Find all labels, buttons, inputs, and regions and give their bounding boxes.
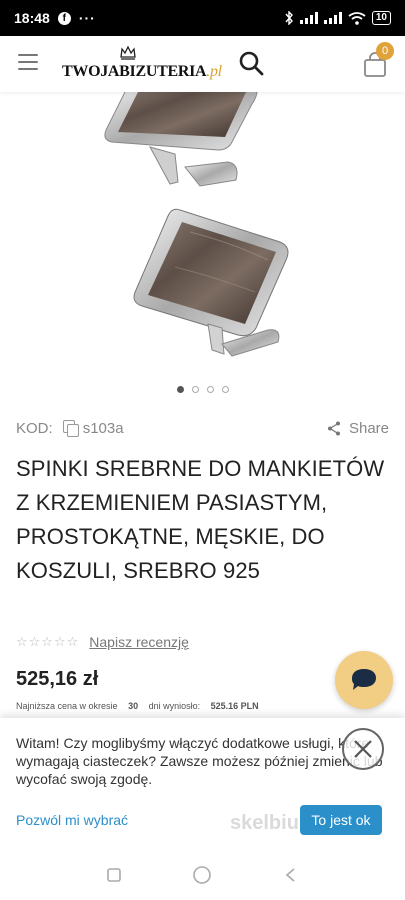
- carousel-dot[interactable]: [221, 386, 229, 393]
- lowest-price-middle: dni wyniosło:: [148, 701, 201, 711]
- cart-button[interactable]: 0: [362, 42, 394, 78]
- home-icon[interactable]: [192, 865, 212, 885]
- lowest-price-info: Najniższa cena w okresie 30 dni wyniosło…: [16, 701, 267, 711]
- product-code-label: KOD:: [16, 419, 53, 437]
- close-icon: [354, 740, 372, 758]
- chat-bubble-icon: [352, 669, 376, 690]
- recent-apps-icon[interactable]: [105, 866, 123, 884]
- lowest-price-days: 30: [128, 701, 139, 711]
- menu-icon[interactable]: [18, 54, 38, 70]
- status-time: 18:48: [14, 10, 50, 26]
- logo-text: TWOJABIZUTERIA: [62, 63, 207, 80]
- product-code-row: KOD: s103a Share: [16, 418, 389, 438]
- close-button[interactable]: [342, 728, 384, 770]
- rating-stars: ☆☆☆☆☆: [16, 634, 80, 649]
- cookie-accept-button[interactable]: To jest ok: [300, 805, 382, 835]
- signal-icon: [299, 12, 318, 24]
- chat-button[interactable]: [335, 651, 393, 709]
- cart-count-badge: 0: [376, 42, 394, 60]
- share-icon: [327, 421, 340, 435]
- carousel-dot[interactable]: [206, 386, 214, 393]
- search-icon[interactable]: [238, 50, 264, 76]
- site-logo[interactable]: TWOJABIZUTERIA.pl: [62, 46, 222, 86]
- product-title: SPINKI SREBRNE DO MANKIETÓW Z KRZEMIENIE…: [16, 456, 385, 583]
- product-code-value: s103a: [82, 419, 124, 437]
- back-icon[interactable]: [282, 866, 300, 884]
- more-notifications-icon: ···: [78, 10, 96, 26]
- status-bar: 18:48 f ··· 10: [0, 0, 405, 36]
- product-image[interactable]: [0, 92, 405, 382]
- carousel-indicators[interactable]: [0, 386, 405, 393]
- cufflinks-image: [104, 92, 289, 357]
- crown-icon: [120, 46, 136, 60]
- system-nav-bar: [0, 850, 405, 900]
- lowest-price-label: Najniższa cena w okresie: [16, 701, 118, 711]
- lowest-price-value: 525.16 PLN: [210, 701, 259, 711]
- logo-suffix: .pl: [206, 63, 222, 80]
- rating-row: ☆☆☆☆☆ Napisz recenzję: [16, 634, 189, 650]
- share-button[interactable]: Share: [327, 420, 389, 437]
- product-price: 525,16 zł: [16, 668, 99, 690]
- cookie-text: Witam! Czy moglibyśmy włączyć dodatkowe …: [16, 735, 383, 787]
- share-label: Share: [348, 419, 389, 437]
- signal-icon-2: [323, 12, 342, 24]
- copy-icon[interactable]: [62, 420, 79, 437]
- carousel-dot[interactable]: [176, 386, 184, 393]
- battery-icon: 10: [371, 11, 391, 25]
- wifi-icon: [348, 11, 366, 25]
- site-header: TWOJABIZUTERIA.pl 0: [0, 36, 405, 92]
- write-review-link[interactable]: Napisz recenzję: [89, 634, 189, 650]
- bluetooth-icon: [285, 11, 293, 25]
- carousel-dot[interactable]: [191, 386, 199, 393]
- facebook-icon: f: [57, 11, 71, 25]
- cookie-choose-link[interactable]: Pozwól mi wybrać: [16, 812, 128, 828]
